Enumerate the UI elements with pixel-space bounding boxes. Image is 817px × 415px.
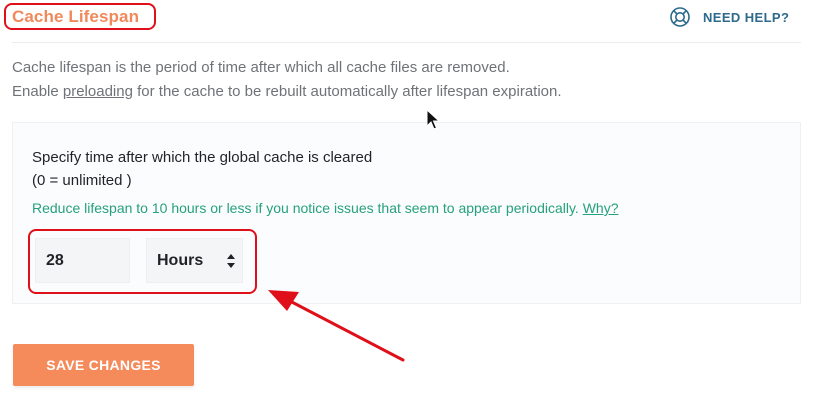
description-line-2-start: Enable — [12, 83, 63, 100]
select-arrows-icon — [227, 254, 235, 268]
mouse-cursor-icon — [426, 109, 441, 130]
need-help-label: NEED HELP? — [703, 9, 790, 25]
title-annotation-box — [4, 3, 156, 30]
lifespan-unit-select[interactable]: Hours — [146, 238, 243, 283]
description-line-2-end: for the cache to be rebuilt automaticall… — [132, 83, 562, 100]
header-divider — [12, 42, 801, 43]
description-line-2: Enable preloading for the cache to be re… — [12, 80, 772, 104]
setting-label: Specify time after which the global cach… — [32, 146, 632, 192]
setting-hint: Reduce lifespan to 10 hours or less if y… — [32, 200, 792, 216]
section-description: Cache lifespan is the period of time aft… — [12, 56, 772, 104]
preloading-link[interactable]: preloading — [63, 83, 133, 100]
hint-text: Reduce lifespan to 10 hours or less if y… — [32, 200, 579, 216]
description-line-1: Cache lifespan is the period of time aft… — [12, 59, 510, 76]
setting-label-line-2: (0 = unlimited ) — [32, 172, 132, 189]
need-help-link[interactable]: NEED HELP? — [669, 6, 789, 28]
why-link[interactable]: Why? — [583, 200, 619, 216]
lifespan-value-input[interactable] — [35, 238, 130, 283]
lifebuoy-icon — [670, 7, 690, 27]
setting-label-line-1: Specify time after which the global cach… — [32, 149, 373, 166]
save-changes-button[interactable]: SAVE CHANGES — [13, 344, 194, 386]
unit-select-value: Hours — [157, 251, 204, 269]
